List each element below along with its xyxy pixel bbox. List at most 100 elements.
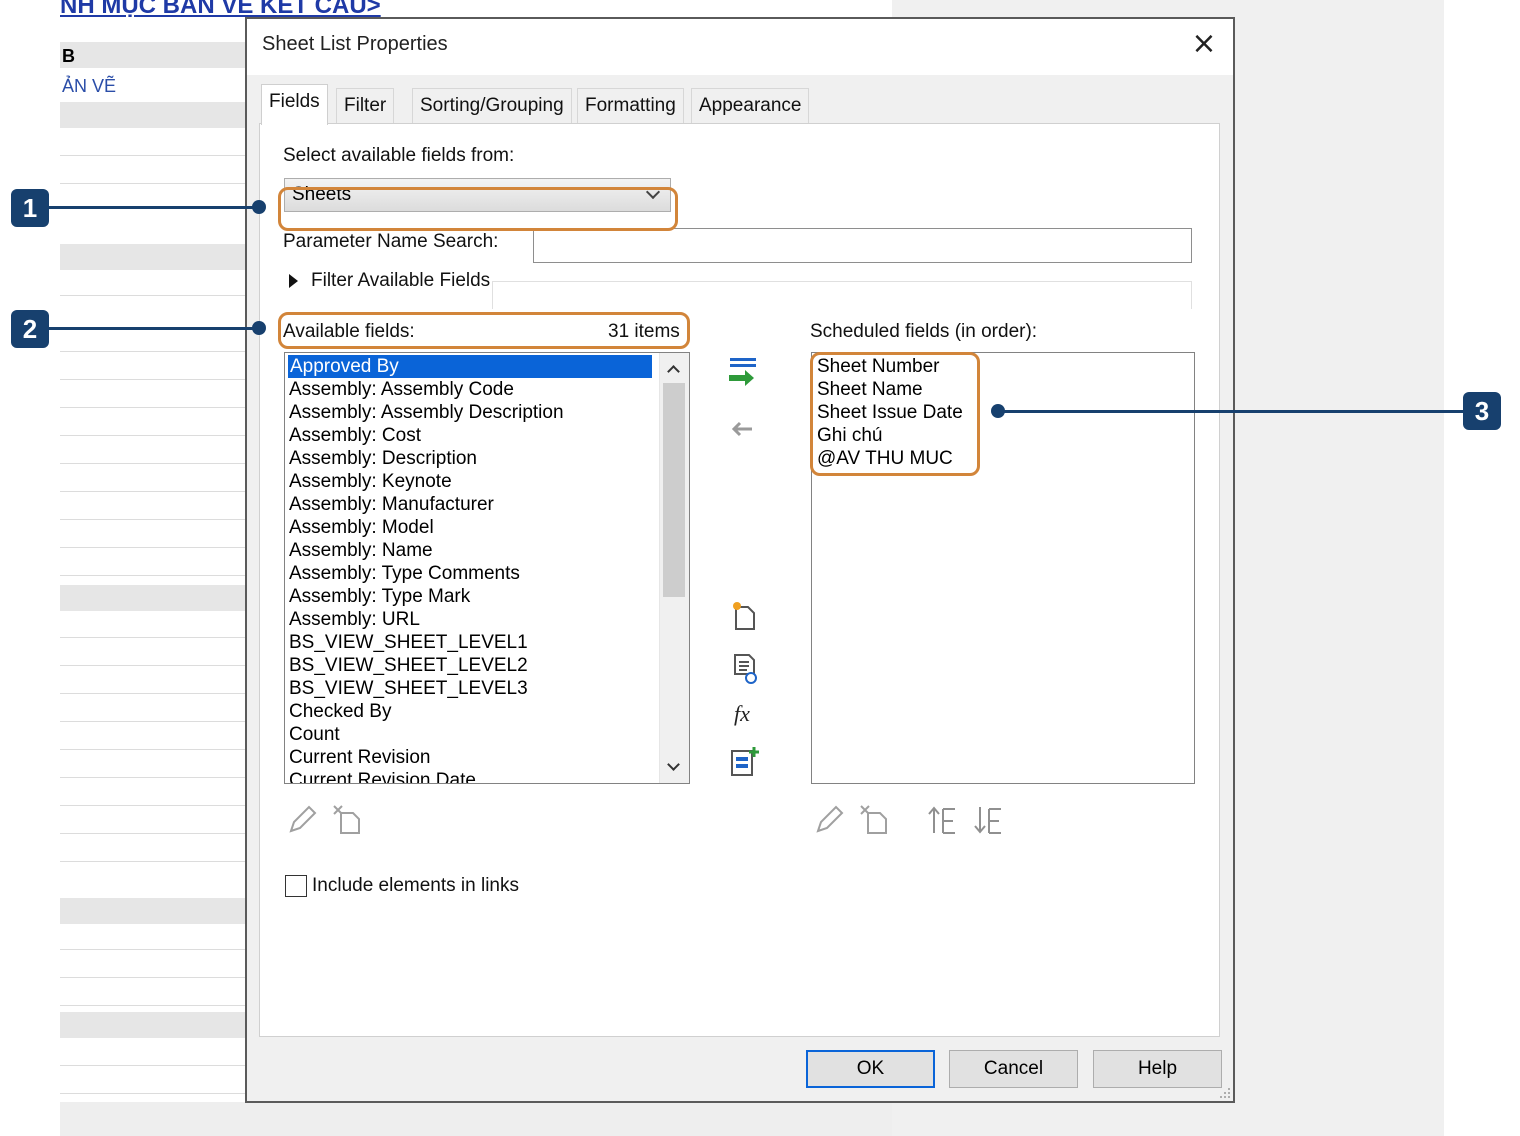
background-row (60, 612, 245, 638)
group-frame (492, 281, 1192, 309)
list-item[interactable]: Assembly: Type Mark (289, 585, 470, 608)
list-item[interactable]: Assembly: Name (289, 539, 433, 562)
delete-parameter-icon[interactable] (331, 803, 365, 837)
background-row (60, 898, 245, 924)
background-row (60, 410, 245, 436)
list-item[interactable]: Assembly: Type Comments (289, 562, 520, 585)
list-item[interactable]: Assembly: Keynote (289, 470, 452, 493)
list-item[interactable]: BS_VIEW_SHEET_LEVEL3 (289, 677, 528, 700)
cancel-button[interactable]: Cancel (949, 1050, 1078, 1088)
background-row (60, 42, 245, 68)
list-item[interactable]: Current Revision Date (289, 769, 476, 783)
background-row (60, 752, 245, 778)
filter-available-fields-label[interactable]: Filter Available Fields (311, 270, 490, 292)
background-row (60, 522, 245, 548)
include-links-checkbox[interactable] (285, 875, 307, 897)
list-item[interactable]: Assembly: Cost (289, 424, 421, 447)
list-item[interactable]: Current Revision (289, 746, 431, 769)
background-row (60, 696, 245, 722)
list-item[interactable]: Assembly: Assembly Code (289, 378, 514, 401)
sheet-list-properties-dialog: Sheet List Properties × Fields Filter So… (245, 17, 1235, 1103)
scroll-thumb[interactable] (663, 383, 685, 597)
background-row (60, 466, 245, 492)
tab-filter[interactable]: Filter (336, 88, 395, 124)
combine-parameters-icon[interactable] (728, 745, 762, 779)
callout-badge-3: 3 (1463, 392, 1501, 430)
highlight-scheduled-fields (810, 352, 980, 476)
select-fields-label: Select available fields from: (283, 145, 515, 166)
edit-parameter-icon[interactable] (728, 652, 762, 686)
new-parameter-icon[interactable] (728, 599, 762, 633)
ok-button[interactable]: OK (806, 1050, 935, 1088)
background-row (60, 640, 245, 666)
tab-fields[interactable]: Fields (261, 84, 328, 125)
list-item[interactable]: Count (289, 723, 340, 746)
list-item[interactable]: Assembly: Assembly Description (289, 401, 564, 424)
delete-parameter-icon[interactable] (858, 803, 892, 837)
available-fields-list[interactable]: Approved By Assembly: Assembly Code Asse… (284, 352, 690, 784)
background-row (60, 980, 245, 1006)
background-row (60, 550, 245, 576)
tab-appearance[interactable]: Appearance (691, 88, 810, 124)
background-row (60, 836, 245, 862)
move-down-icon[interactable] (972, 803, 1006, 837)
background-footer (60, 1102, 892, 1136)
background-row (60, 354, 245, 380)
expand-triangle-icon[interactable] (289, 274, 298, 288)
list-item-selected[interactable]: Approved By (288, 355, 652, 378)
background-cell: ẢN VẼ (62, 76, 117, 96)
scroll-down-button[interactable] (665, 757, 683, 781)
background-row (60, 1012, 245, 1038)
list-item[interactable]: Assembly: Description (289, 447, 477, 470)
include-links-label[interactable]: Include elements in links (312, 875, 519, 897)
dialog-titlebar: Sheet List Properties × (247, 19, 1233, 75)
chevron-up-icon (667, 365, 680, 378)
svg-text:fx: fx (734, 701, 750, 726)
screen: NH MỤC BẢN VẼ KẾT CẤU> B ẢN VẼ Sheet Lis… (0, 0, 1520, 1136)
highlight-select-fields (278, 187, 678, 231)
help-button[interactable]: Help (1093, 1050, 1222, 1088)
list-item[interactable]: BS_VIEW_SHEET_LEVEL1 (289, 631, 528, 654)
chevron-down-icon (667, 758, 680, 771)
background-row (60, 780, 245, 806)
parameter-name-search-input[interactable] (533, 228, 1192, 263)
background-cell: B (62, 46, 75, 66)
callout-dot (252, 321, 266, 335)
move-up-icon[interactable] (926, 803, 960, 837)
vertical-scrollbar[interactable] (659, 353, 689, 783)
list-item[interactable]: Assembly: Model (289, 516, 434, 539)
background-row (60, 382, 245, 408)
background-row (60, 668, 245, 694)
tab-sorting-grouping[interactable]: Sorting/Grouping (412, 88, 572, 124)
highlight-available-fields (278, 312, 690, 349)
scroll-up-button[interactable] (665, 357, 683, 381)
background-row (60, 924, 245, 950)
callout-badge-2: 2 (11, 310, 49, 348)
remove-parameter-icon[interactable] (726, 412, 760, 446)
list-item[interactable]: Assembly: Manufacturer (289, 493, 494, 516)
callout-line (49, 327, 255, 330)
background-row (60, 158, 245, 184)
background-row (60, 130, 245, 156)
tab-formatting[interactable]: Formatting (577, 88, 684, 124)
background-row (60, 952, 245, 978)
dialog-title: Sheet List Properties (262, 33, 448, 55)
list-item[interactable]: Assembly: URL (289, 608, 420, 631)
resize-grip-icon[interactable] (1219, 1087, 1231, 1099)
list-item[interactable]: Checked By (289, 700, 391, 723)
callout-line (49, 206, 255, 209)
callout-dot (252, 200, 266, 214)
callout-badge-1: 1 (11, 189, 49, 227)
close-icon[interactable]: × (1189, 29, 1219, 59)
formula-icon[interactable]: fx (728, 696, 762, 730)
edit-pencil-icon[interactable] (812, 803, 846, 837)
add-parameter-icon[interactable] (726, 355, 760, 389)
background-row (60, 585, 245, 611)
list-item[interactable]: BS_VIEW_SHEET_LEVEL2 (289, 654, 528, 677)
background-row (60, 102, 245, 128)
background-row (60, 494, 245, 520)
background-row (60, 1068, 245, 1094)
edit-pencil-icon[interactable] (285, 803, 319, 837)
background-row (60, 244, 245, 270)
callout-line (998, 410, 1464, 413)
